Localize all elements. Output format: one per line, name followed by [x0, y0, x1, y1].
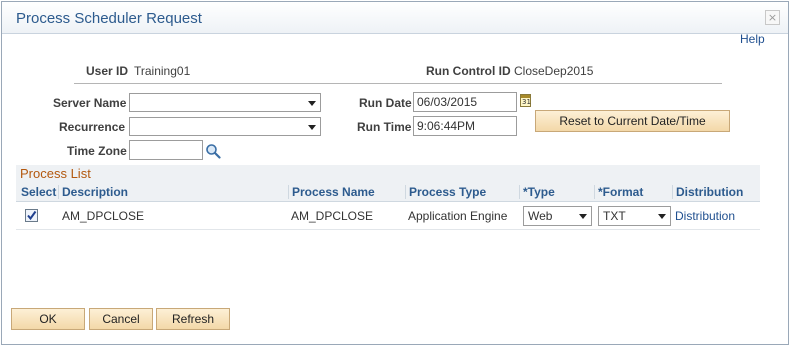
recurrence-label: Recurrence	[59, 120, 126, 134]
check-icon	[27, 210, 37, 221]
column-distribution[interactable]: Distribution	[672, 185, 743, 199]
time-zone-input[interactable]	[129, 140, 203, 160]
format-value: TXT	[603, 209, 626, 223]
run-date-input[interactable]	[413, 92, 517, 112]
process-scheduler-dialog: Process Scheduler Request × Help User ID…	[1, 1, 789, 345]
user-id-label: User ID	[86, 64, 129, 78]
dialog-title: Process Scheduler Request	[16, 10, 202, 27]
type-select[interactable]: Web	[523, 206, 592, 226]
run-date-label: Run Date	[359, 96, 412, 110]
type-value: Web	[528, 209, 553, 223]
close-icon[interactable]: ×	[765, 10, 780, 25]
user-id-value: Training01	[134, 64, 191, 78]
row-process-type: Application Engine	[408, 209, 508, 223]
column-format[interactable]: *Format	[594, 185, 643, 199]
reset-datetime-button[interactable]: Reset to Current Date/Time	[535, 110, 730, 132]
column-type[interactable]: *Type	[519, 185, 555, 199]
divider	[74, 83, 722, 84]
process-list-columns: Select Description Process Name Process …	[16, 182, 760, 202]
chevron-down-icon	[308, 125, 316, 130]
title-bar: Process Scheduler Request ×	[2, 2, 788, 34]
run-control-id-value: CloseDep2015	[514, 64, 594, 78]
distribution-link[interactable]: Distribution	[675, 209, 735, 223]
cancel-button[interactable]: Cancel	[89, 308, 153, 330]
refresh-button[interactable]: Refresh	[156, 308, 230, 330]
calendar-icon-text: 31	[522, 98, 531, 106]
server-name-label: Server Name	[53, 96, 127, 110]
help-link[interactable]: Help	[740, 32, 765, 46]
chevron-down-icon	[658, 214, 666, 219]
column-select[interactable]: Select	[18, 185, 56, 199]
process-list-header: Process List	[16, 165, 760, 182]
column-process-type[interactable]: Process Type	[405, 185, 486, 199]
row-description: AM_DPCLOSE	[62, 209, 145, 223]
chevron-down-icon	[579, 214, 587, 219]
recurrence-select[interactable]	[129, 117, 321, 136]
ok-button[interactable]: OK	[11, 308, 85, 330]
time-zone-label: Time Zone	[67, 144, 127, 158]
server-name-select[interactable]	[129, 93, 321, 112]
chevron-down-icon	[308, 101, 316, 106]
row-process-name: AM_DPCLOSE	[291, 209, 374, 223]
search-icon[interactable]	[205, 143, 221, 159]
run-control-id-label: Run Control ID	[426, 64, 511, 78]
column-description[interactable]: Description	[58, 185, 128, 199]
column-process-name[interactable]: Process Name	[288, 185, 375, 199]
run-time-input[interactable]	[413, 116, 517, 136]
format-select[interactable]: TXT	[598, 206, 671, 226]
process-list-title: Process List	[20, 166, 91, 181]
select-checkbox[interactable]	[25, 209, 38, 222]
calendar-icon[interactable]: 31	[520, 94, 531, 107]
run-time-label: Run Time	[357, 120, 412, 134]
row-divider	[16, 229, 760, 230]
